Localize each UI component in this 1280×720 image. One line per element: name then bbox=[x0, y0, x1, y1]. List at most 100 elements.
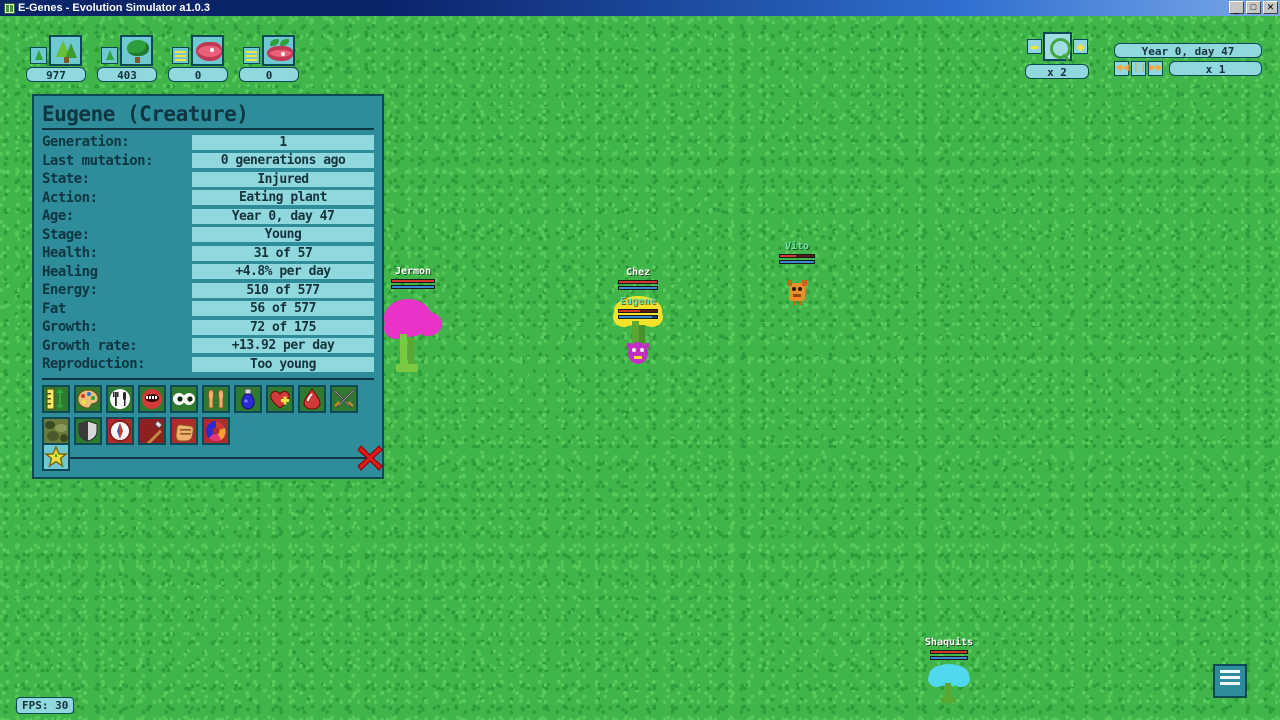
zoom-out-button[interactable] bbox=[1026, 38, 1042, 54]
stat-value: Injured bbox=[192, 171, 374, 187]
creature-info-panel: Eugene (Creature) Generation: 1 Last mut… bbox=[32, 94, 384, 479]
panel-title: Eugene (Creature) bbox=[42, 102, 374, 130]
stat-value: 72 of 175 bbox=[192, 319, 374, 335]
entity-name: Jermon bbox=[394, 266, 432, 277]
creature-sprite bbox=[627, 342, 649, 364]
stat-key: Reproduction: bbox=[42, 356, 146, 373]
stat-value: 510 of 577 bbox=[192, 282, 374, 298]
stat-key: Generation: bbox=[42, 134, 130, 151]
resource-count: 403 bbox=[97, 67, 157, 82]
bars-icon bbox=[243, 47, 260, 64]
health-bar bbox=[618, 309, 658, 313]
fast-forward-button[interactable]: ▶▶ bbox=[1148, 61, 1163, 76]
star-icon bbox=[44, 445, 68, 468]
resource-icons bbox=[168, 24, 228, 66]
entity-eugene[interactable]: Eugene bbox=[616, 296, 660, 368]
health-bar bbox=[618, 280, 658, 284]
stat-list: Generation: 1 Last mutation: 0 generatio… bbox=[42, 133, 374, 374]
energy-bar bbox=[391, 285, 435, 289]
entity-name: Chez bbox=[625, 267, 651, 278]
panel-footer bbox=[42, 443, 383, 473]
stat-row-state: State: Injured bbox=[42, 170, 374, 189]
health-bar bbox=[930, 650, 968, 654]
entity-shaquits[interactable]: Shaquits bbox=[922, 637, 976, 707]
resource-tall-trees[interactable]: 977 bbox=[26, 24, 86, 82]
panel-close-button[interactable] bbox=[354, 441, 386, 473]
stat-row-growth-rate: Growth rate: +13.92 per day bbox=[42, 337, 374, 356]
speed-label: x 1 bbox=[1169, 61, 1262, 76]
energy-bar bbox=[930, 656, 968, 660]
stat-key: Fat bbox=[42, 300, 66, 317]
stat-key: Last mutation: bbox=[42, 152, 154, 169]
stat-row-generation: Generation: 1 bbox=[42, 133, 374, 152]
rewind-button[interactable]: ◀◀ bbox=[1114, 61, 1129, 76]
entity-name: Vito bbox=[784, 241, 810, 252]
resource-leaf-meat[interactable]: 0 bbox=[239, 24, 299, 82]
magnifier-plus-icon[interactable] bbox=[1042, 31, 1072, 61]
swords-icon[interactable] bbox=[330, 384, 358, 413]
health-bar bbox=[779, 254, 815, 258]
stat-value: Young bbox=[192, 227, 374, 243]
compass-icon[interactable] bbox=[106, 416, 134, 445]
minimize-button[interactable]: _ bbox=[1229, 1, 1244, 14]
stat-row-growth: Growth: 72 of 175 bbox=[42, 318, 374, 337]
sapling-icon bbox=[101, 47, 118, 64]
panel-divider bbox=[42, 377, 374, 380]
window-controls: _ □ ✕ bbox=[1229, 1, 1278, 14]
resource-count: 977 bbox=[26, 67, 86, 82]
close-button[interactable]: ✕ bbox=[1263, 1, 1278, 14]
time-control: Year 0, day 47 ◀◀ ❙❙ ▶▶ x 1 bbox=[1114, 43, 1262, 76]
app-root: E-Genes - Evolution Simulator a1.0.3 _ □… bbox=[0, 0, 1280, 720]
bars-icon bbox=[172, 47, 189, 64]
favorite-star-button[interactable] bbox=[42, 443, 70, 471]
mouth-icon[interactable] bbox=[138, 384, 166, 413]
leaf-meat-icon bbox=[262, 35, 295, 66]
fork-knife-icon[interactable] bbox=[106, 384, 134, 413]
maximize-button[interactable]: □ bbox=[1246, 1, 1261, 14]
eyes-icon[interactable] bbox=[170, 384, 198, 413]
stat-value: Too young bbox=[192, 356, 374, 372]
game-field-lower[interactable] bbox=[0, 564, 1280, 720]
stat-value: Eating plant bbox=[192, 190, 374, 206]
resource-icons bbox=[97, 24, 157, 66]
spear-icon[interactable] bbox=[138, 416, 166, 445]
potion-icon[interactable] bbox=[234, 384, 262, 413]
bush-icon bbox=[120, 35, 153, 66]
stat-row-action: Action: Eating plant bbox=[42, 189, 374, 208]
meat-icon bbox=[191, 35, 224, 66]
zoom-in-button[interactable] bbox=[1072, 38, 1088, 54]
maximize-icon: □ bbox=[1250, 2, 1257, 12]
date-label: Year 0, day 47 bbox=[1114, 43, 1262, 58]
energy-bar bbox=[618, 286, 658, 290]
palette-icon[interactable] bbox=[74, 384, 102, 413]
pause-button[interactable]: ❙❙ bbox=[1131, 61, 1147, 76]
speed-buttons: ◀◀ ❙❙ ▶▶ x 1 bbox=[1114, 61, 1262, 76]
fist-icon[interactable] bbox=[170, 416, 198, 445]
resource-bar: 977 403 0 0 bbox=[26, 24, 299, 82]
tree-icon bbox=[49, 35, 82, 66]
resource-count: 0 bbox=[168, 67, 228, 82]
zoom-level-label: x 2 bbox=[1025, 64, 1089, 79]
legs-icon[interactable] bbox=[202, 384, 230, 413]
resource-icons bbox=[26, 24, 86, 66]
size-ruler-icon[interactable] bbox=[42, 384, 70, 413]
heart-plus-icon[interactable] bbox=[266, 384, 294, 413]
stat-row-stage: Stage: Young bbox=[42, 226, 374, 245]
energy-bar bbox=[618, 315, 658, 319]
shield-icon[interactable] bbox=[74, 416, 102, 445]
resource-bushes[interactable]: 403 bbox=[97, 24, 157, 82]
hamburger-menu-icon[interactable] bbox=[1213, 664, 1247, 698]
stat-value: +13.92 per day bbox=[192, 338, 374, 354]
resource-meat[interactable]: 0 bbox=[168, 24, 228, 82]
entity-jermon[interactable]: Jermon bbox=[384, 266, 442, 376]
close-icon: ✕ bbox=[1266, 2, 1275, 12]
trait-icon-grid bbox=[42, 384, 382, 445]
entity-vito[interactable]: Vito bbox=[775, 241, 819, 307]
entity-name: Shaquits bbox=[924, 637, 974, 648]
resource-icons bbox=[239, 24, 299, 66]
camouflage-icon[interactable] bbox=[42, 416, 70, 445]
resource-count: 0 bbox=[239, 67, 299, 82]
stat-key: Stage: bbox=[42, 226, 90, 243]
color-wheel-icon[interactable] bbox=[202, 416, 230, 445]
blood-drop-icon[interactable] bbox=[298, 384, 326, 413]
